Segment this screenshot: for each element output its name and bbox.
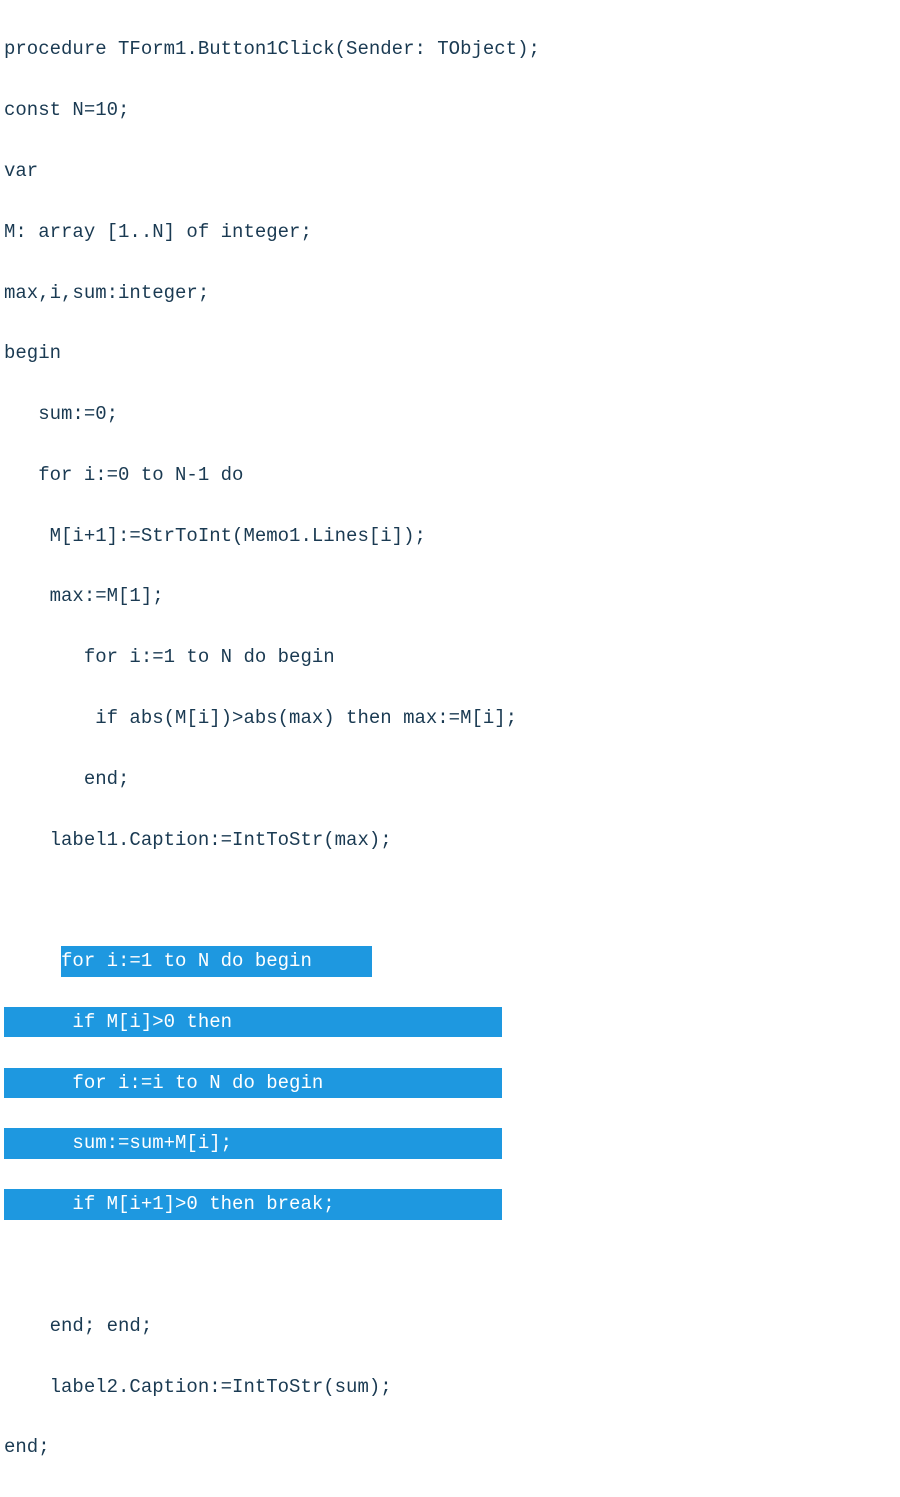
code-line: var (4, 156, 900, 186)
code-line: sum:=0; (4, 399, 900, 429)
code-line: label1.Caption:=IntToStr(max); (4, 825, 900, 855)
code-line: M[i+1]:=StrToInt(Memo1.Lines[i]); (4, 521, 900, 551)
code-line (4, 1250, 900, 1280)
code-line: const N=10; (4, 95, 900, 125)
code-line: max,i,sum:integer; (4, 278, 900, 308)
code-line: procedure TForm1.Button1Click(Sender: TO… (4, 34, 900, 64)
code-line: for i:=1 to N do begin (4, 642, 900, 672)
code-line-selected: if M[i+1]>0 then break; (4, 1189, 502, 1219)
code-line-selected: sum:=sum+M[i]; (4, 1128, 502, 1158)
code-line: M: array [1..N] of integer; (4, 217, 900, 247)
code-line (4, 885, 900, 915)
code-line: end; end; (4, 1311, 900, 1341)
code-block: procedure TForm1.Button1Click(Sender: TO… (0, 0, 900, 1497)
code-line: label2.Caption:=IntToStr(sum); (4, 1372, 900, 1402)
code-line: begin (4, 338, 900, 368)
code-line-selected-start: for i:=1 to N do begin (4, 946, 900, 976)
code-line-selected: if M[i]>0 then (4, 1007, 502, 1037)
code-line: end; (4, 764, 900, 794)
code-line: end; (4, 1432, 900, 1462)
code-line: for i:=0 to N-1 do (4, 460, 900, 490)
code-line: max:=M[1]; (4, 581, 900, 611)
code-line: if abs(M[i])>abs(max) then max:=M[i]; (4, 703, 900, 733)
code-line-selected: for i:=i to N do begin (4, 1068, 502, 1098)
